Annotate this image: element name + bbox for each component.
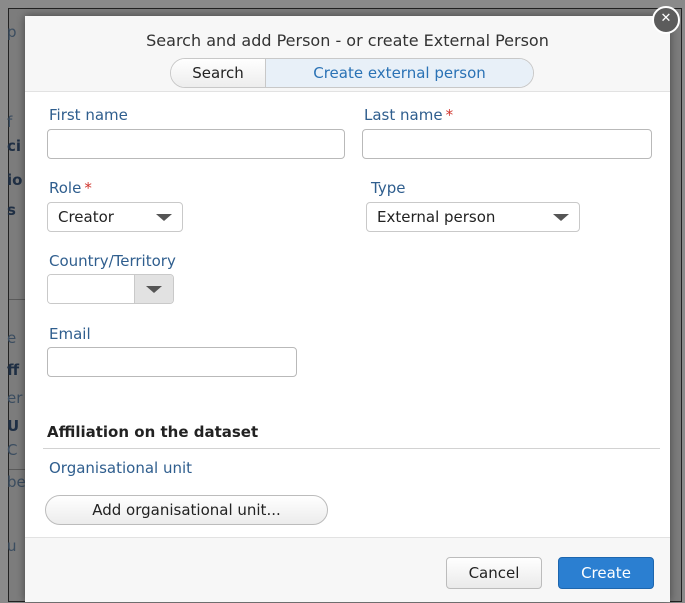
dialog-title: Search and add Person - or create Extern… <box>146 31 549 50</box>
country-select-value <box>48 275 134 303</box>
background-text: e <box>7 329 17 347</box>
cancel-button[interactable]: Cancel <box>446 557 542 589</box>
type-label-text: Type <box>371 179 406 197</box>
chevron-down-icon <box>156 213 172 221</box>
email-input[interactable] <box>47 347 297 377</box>
required-marker: * <box>445 106 454 124</box>
add-person-dialog: ✕ Search and add Person - or create Exte… <box>25 6 680 602</box>
last-name-label: Last name * <box>364 106 453 124</box>
add-organisational-unit-button[interactable]: Add organisational unit... <box>45 495 328 525</box>
chevron-down-icon <box>553 213 569 221</box>
tab-create-external-person[interactable]: Create external person <box>266 59 533 87</box>
last-name-label-text: Last name <box>364 106 443 124</box>
org-unit-label: Organisational unit <box>49 459 192 477</box>
last-name-input[interactable] <box>362 129 652 159</box>
first-name-input[interactable] <box>47 129 345 159</box>
background-text: f <box>7 113 13 131</box>
close-icon[interactable]: ✕ <box>652 6 680 34</box>
country-label-text: Country/Territory <box>49 252 176 270</box>
affiliation-section-title: Affiliation on the dataset <box>47 423 259 441</box>
dialog-header: Search and add Person - or create Extern… <box>25 16 670 92</box>
tab-search[interactable]: Search <box>171 59 266 87</box>
required-marker: * <box>84 179 92 197</box>
type-select-value: External person <box>377 208 496 226</box>
email-label-text: Email <box>49 325 91 343</box>
background-text: er <box>7 389 23 407</box>
background-text: be <box>7 473 26 491</box>
email-label: Email <box>49 325 91 343</box>
role-label-text: Role <box>49 179 82 197</box>
dialog-footer: Cancel Create <box>25 537 670 602</box>
first-name-label: First name <box>49 106 128 124</box>
background-text: p <box>7 23 17 41</box>
type-select[interactable]: External person <box>366 202 580 232</box>
first-name-label-text: First name <box>49 106 128 124</box>
type-label: Type <box>371 179 405 197</box>
country-select[interactable] <box>47 274 174 304</box>
country-select-toggle[interactable] <box>134 275 173 303</box>
mode-toggle: Search Create external person <box>170 58 534 88</box>
section-divider <box>43 448 660 449</box>
background-text: ff <box>7 361 20 379</box>
background-text: u <box>7 537 17 555</box>
role-label: Role * <box>49 179 92 197</box>
chevron-down-icon <box>146 285 162 293</box>
org-unit-label-text: Organisational unit <box>49 459 193 477</box>
create-button[interactable]: Create <box>558 557 654 589</box>
country-label: Country/Territory <box>49 252 176 270</box>
background-text: C <box>7 441 18 459</box>
background-text: io <box>7 171 23 189</box>
background-text: U <box>7 417 20 435</box>
role-select-value: Creator <box>58 208 114 226</box>
role-select[interactable]: Creator <box>47 202 183 232</box>
background-text: ci <box>7 137 22 155</box>
background-text: s <box>7 201 16 219</box>
